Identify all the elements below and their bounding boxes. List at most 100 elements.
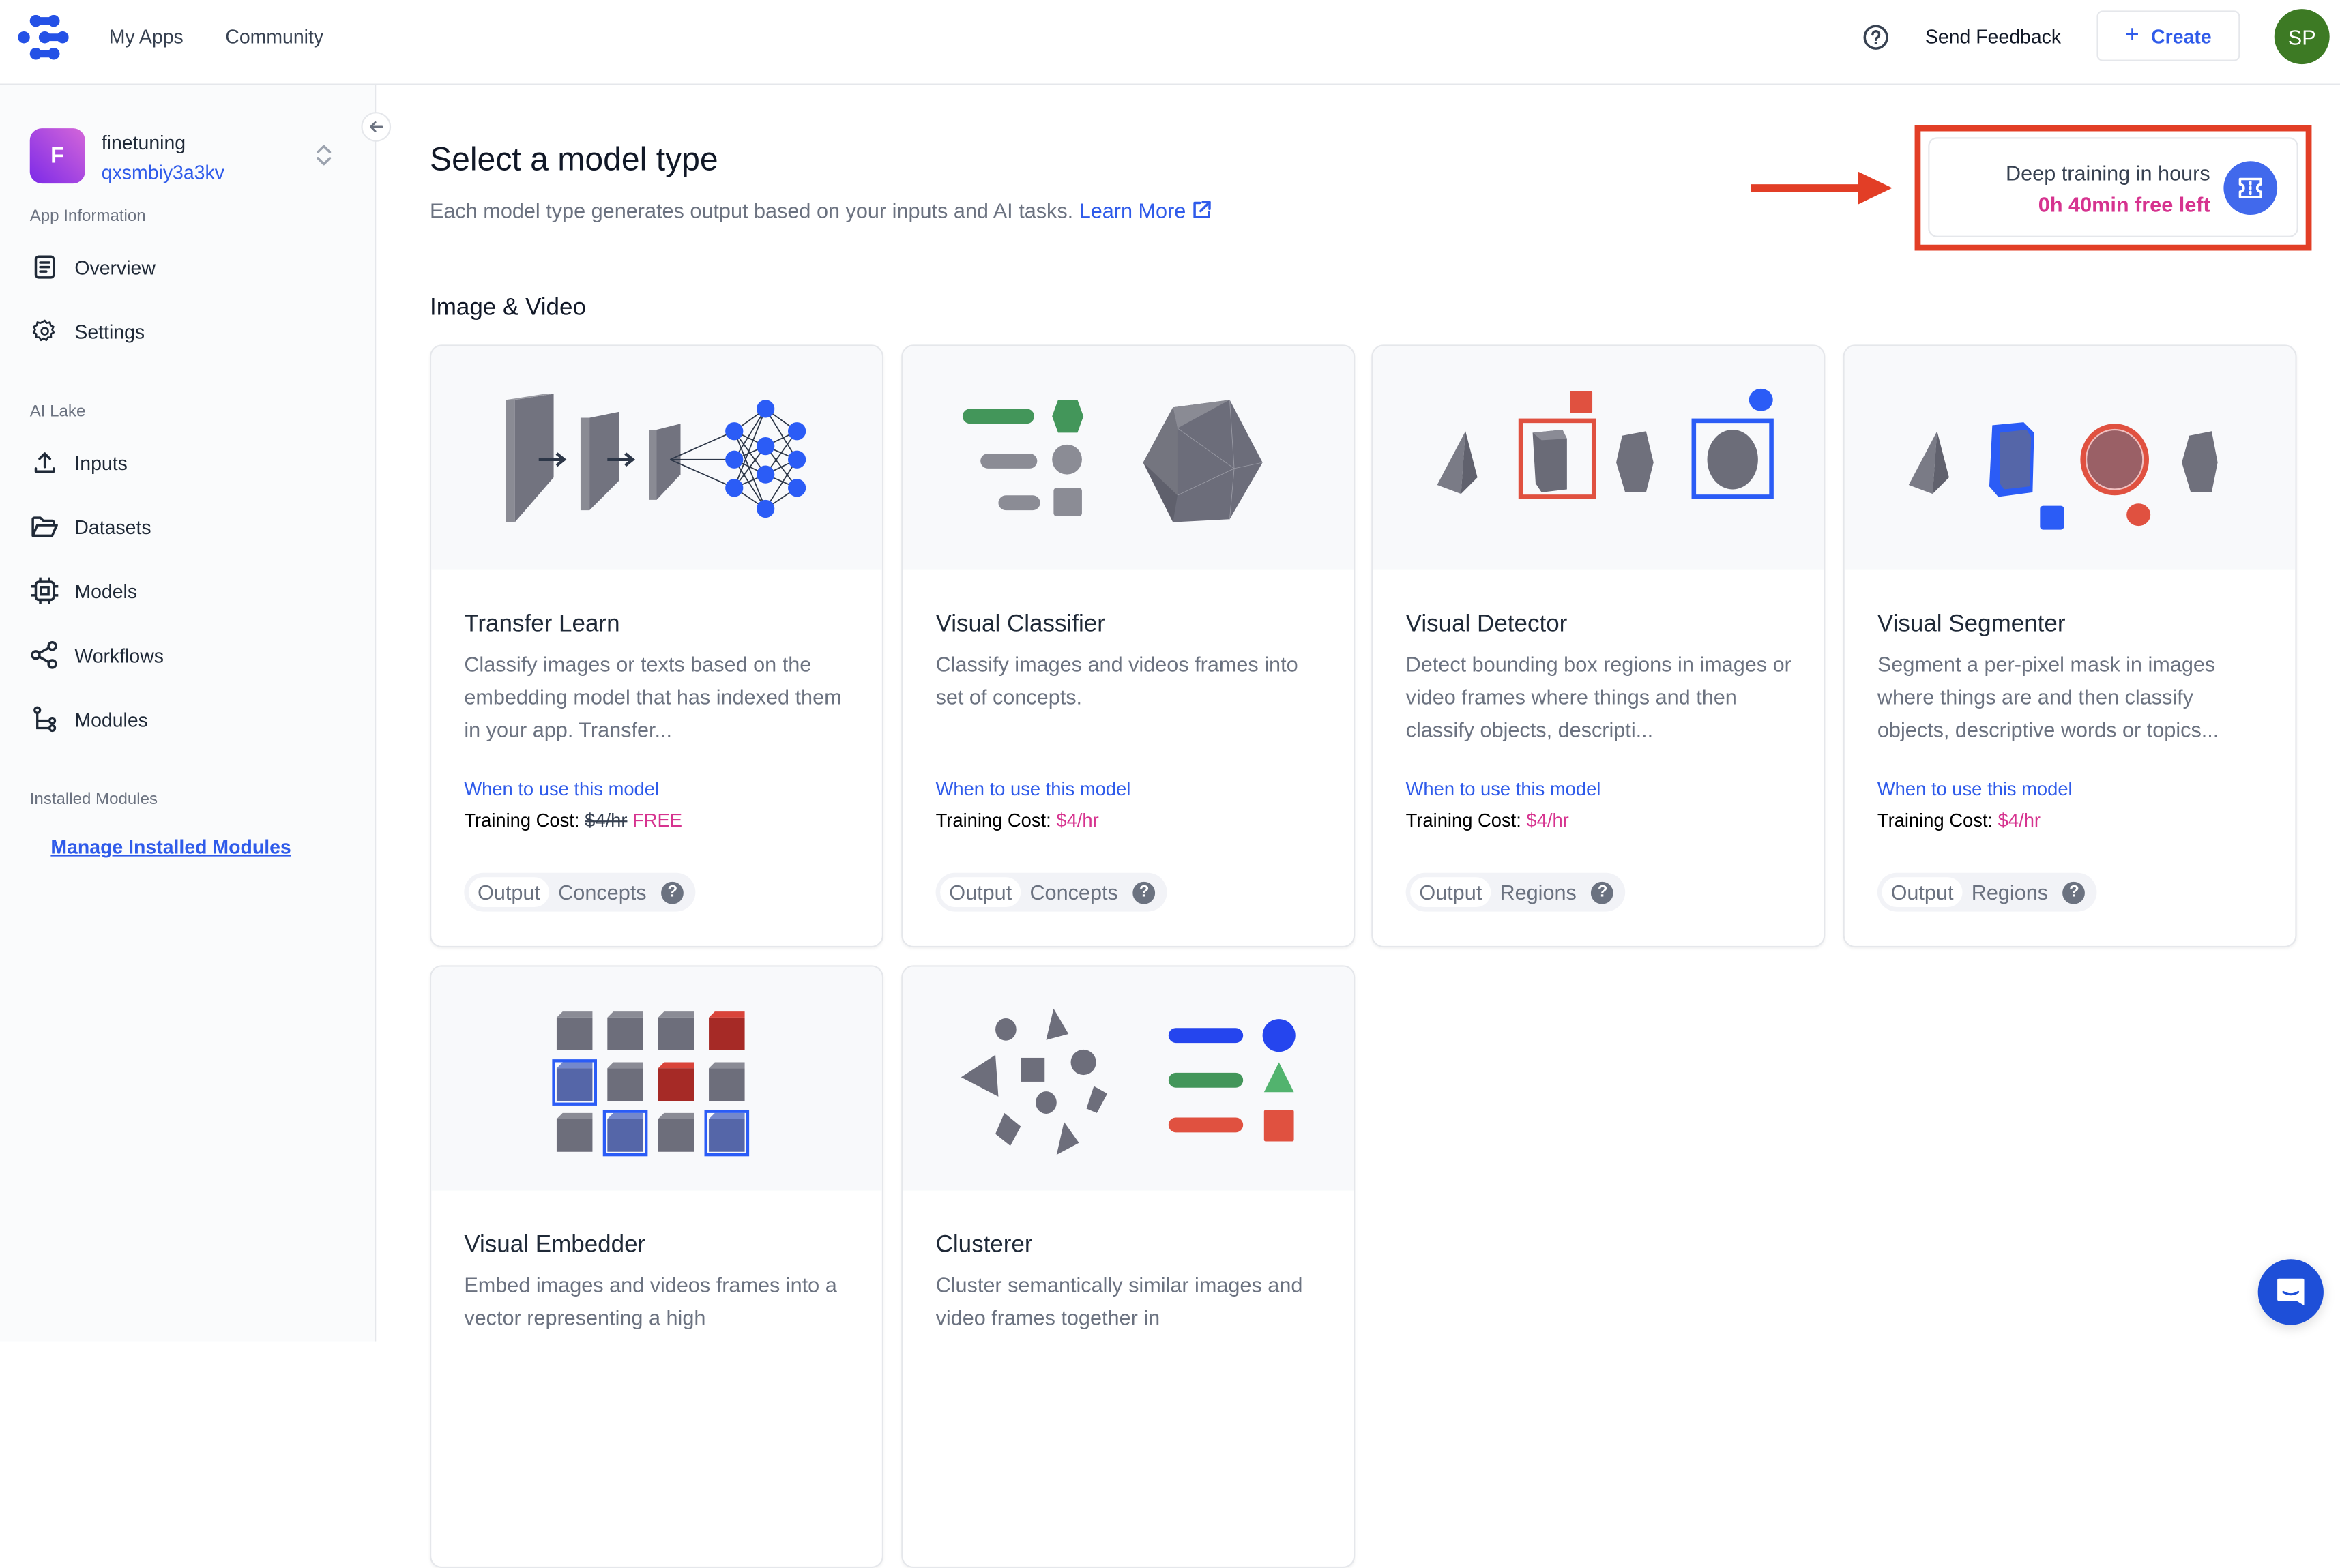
collapse-sidebar-button[interactable] — [361, 112, 392, 142]
nav-my-apps[interactable]: My Apps — [109, 25, 184, 48]
embedding-cube — [658, 1011, 694, 1050]
user-avatar[interactable]: SP — [2274, 9, 2330, 65]
page-title: Select a model type — [430, 140, 718, 178]
chip-icon — [30, 576, 60, 606]
sidebar-item-label: Modules — [74, 707, 148, 730]
sidebar-item-settings[interactable]: Settings — [30, 310, 343, 352]
model-name: Visual Segmenter — [1877, 611, 2066, 638]
modules-tree-icon — [30, 705, 60, 735]
embedding-cube — [556, 1011, 593, 1050]
sidebar-item-modules[interactable]: Modules — [30, 698, 343, 740]
model-description: Segment a per-pixel mask in images where… — [1877, 651, 2219, 742]
app-name: finetuning — [101, 131, 186, 154]
sidebar-item-overview[interactable]: Overview — [30, 246, 343, 288]
sidebar-item-workflows[interactable]: Workflows — [30, 634, 343, 676]
ticket-button[interactable] — [2223, 161, 2278, 215]
upload-icon — [30, 447, 60, 477]
classifier-illustration — [903, 346, 1354, 570]
send-feedback-link[interactable]: Send Feedback — [1925, 25, 2061, 48]
model-card-visual-segmenter[interactable]: Visual Segmenter Segment a per-pixel mas… — [1843, 344, 2297, 948]
embedding-cube — [552, 1059, 597, 1106]
output-badge: Output Regions ? — [1405, 872, 1626, 912]
learn-more-label: Learn More — [1079, 198, 1186, 222]
segmenter-illustration — [1844, 346, 2296, 570]
help-icon[interactable]: ? — [661, 881, 684, 904]
help-icon[interactable]: ? — [1132, 881, 1156, 904]
neural-network-illustration — [431, 346, 882, 570]
when-to-use-link[interactable]: When to use this model — [936, 779, 1131, 800]
embedding-cube — [709, 1062, 745, 1101]
sidebar-item-models[interactable]: Models — [30, 570, 343, 612]
embedder-illustration — [431, 966, 882, 1191]
model-name: Transfer Learn — [464, 611, 620, 638]
sidebar-item-label: Settings — [74, 320, 145, 343]
model-description: Classify images and videos frames into s… — [935, 651, 1298, 709]
when-to-use-link[interactable]: When to use this model — [1877, 779, 2073, 800]
output-label: Output — [1882, 877, 1963, 907]
gear-icon — [30, 316, 60, 346]
top-bar: My Apps Community Send Feedback + Create… — [0, 0, 2340, 85]
question-circle-icon[interactable] — [1862, 24, 1889, 50]
chevron-up-down-icon[interactable] — [313, 142, 334, 168]
share-nodes-icon — [30, 640, 60, 670]
ticket-icon — [2238, 177, 2262, 198]
learn-more-link[interactable]: Learn More — [1079, 198, 1212, 222]
subtitle-text: Each model type generates output based o… — [430, 198, 1074, 222]
sidebar-item-inputs[interactable]: Inputs — [30, 442, 343, 484]
deep-training-title: Deep training in hours — [2006, 161, 2210, 186]
output-value: Concepts — [558, 880, 647, 904]
embedding-cube — [602, 1110, 648, 1157]
chat-widget-button[interactable] — [2257, 1259, 2324, 1325]
create-label: Create — [2151, 25, 2212, 47]
embedding-cube — [658, 1112, 694, 1152]
sidebar-item-label: Datasets — [74, 515, 151, 538]
sidebar: F finetuning qxsmbiy3a3kv App Informatio… — [0, 85, 377, 1342]
when-to-use-link[interactable]: When to use this model — [464, 779, 659, 800]
output-label: Output — [1410, 877, 1491, 907]
app-id-link[interactable]: qxsmbiy3a3kv — [102, 161, 224, 183]
section-title-image-video: Image & Video — [430, 295, 586, 321]
arrow-left-icon — [370, 121, 383, 132]
page-subtitle: Each model type generates output based o… — [430, 198, 1211, 222]
help-icon[interactable]: ? — [2063, 881, 2086, 904]
cost-original: $4/hr — [585, 810, 628, 831]
output-badge: Output Concepts ? — [935, 872, 1168, 912]
cost-label: Training Cost: — [464, 810, 580, 831]
section-label-app-information: App Information — [29, 207, 146, 226]
model-name: Visual Classifier — [935, 611, 1105, 638]
nav-community[interactable]: Community — [225, 25, 323, 48]
training-cost: Training Cost: $4/hr — [936, 810, 1099, 831]
embedding-cube — [709, 1011, 745, 1050]
document-icon — [30, 252, 60, 282]
cost-label: Training Cost: — [935, 810, 1051, 831]
model-card-visual-classifier[interactable]: Visual Classifier Classify images and vi… — [901, 344, 1356, 948]
sidebar-item-label: Models — [74, 579, 138, 602]
output-value: Regions — [1971, 880, 2049, 904]
model-description: Cluster semantically similar images and … — [935, 1272, 1303, 1330]
clusterer-illustration — [903, 966, 1354, 1191]
model-description: Classify images or texts based on the em… — [464, 651, 842, 742]
embedding-cube — [556, 1112, 593, 1152]
model-card-visual-embedder[interactable]: Visual Embedder Embed images and videos … — [430, 965, 883, 1568]
help-icon[interactable]: ? — [1591, 881, 1614, 904]
manage-installed-modules-link[interactable]: Manage Installed Modules — [50, 835, 291, 858]
model-card-visual-detector[interactable]: Visual Detector Detect bounding box regi… — [1371, 344, 1826, 948]
sidebar-item-datasets[interactable]: Datasets — [30, 506, 343, 548]
output-label: Output — [468, 877, 550, 907]
training-cost: Training Cost: $4/hr FREE — [464, 810, 682, 831]
section-label-installed-modules: Installed Modules — [29, 790, 158, 809]
create-button[interactable]: + Create — [2096, 10, 2240, 61]
sidebar-item-label: Inputs — [74, 451, 128, 474]
app-badge: F — [29, 128, 85, 184]
brand-logo-icon[interactable] — [18, 14, 69, 60]
chat-bubble-icon — [2277, 1278, 2305, 1306]
when-to-use-link[interactable]: When to use this model — [1406, 779, 1601, 800]
sidebar-item-label: Overview — [74, 256, 156, 278]
model-card-transfer-learn[interactable]: Transfer Learn Classify images or texts … — [430, 344, 883, 948]
deep-training-card[interactable]: Deep training in hours 0h 40min free lef… — [1928, 137, 2298, 237]
app-root: My Apps Community Send Feedback + Create… — [0, 0, 2340, 1568]
sidebar-item-label: Workflows — [74, 643, 164, 666]
section-label-ai-lake: AI Lake — [29, 402, 86, 421]
cost-value: $4/hr — [1526, 810, 1569, 831]
model-card-clusterer[interactable]: Clusterer Cluster semantically similar i… — [901, 965, 1356, 1568]
